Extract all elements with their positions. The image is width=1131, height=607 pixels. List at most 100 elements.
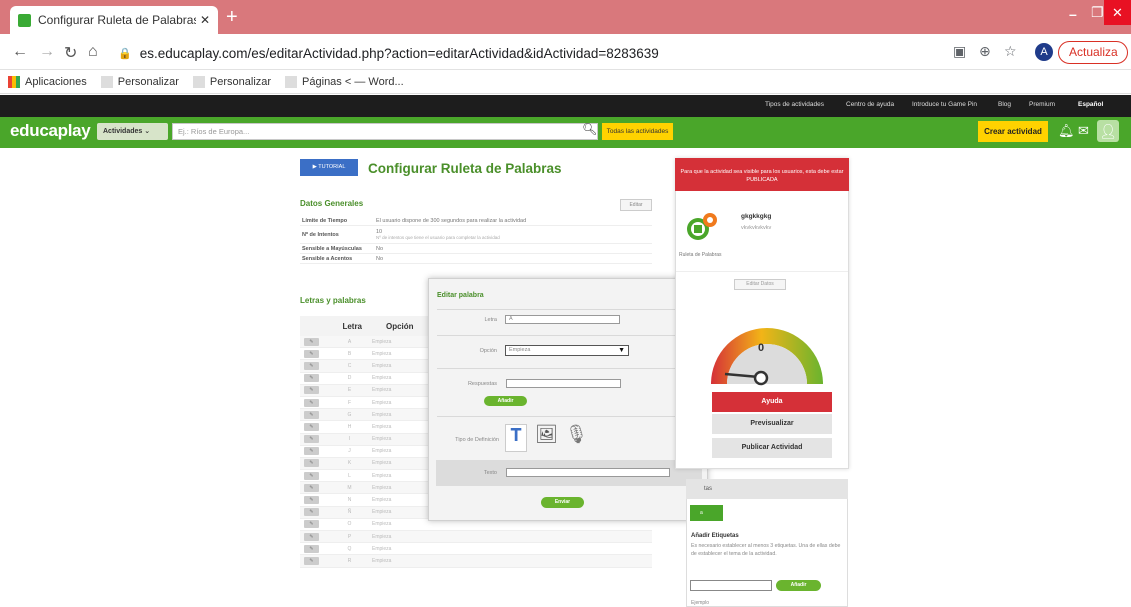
activity-description: vkvkvkvkvkv <box>741 225 772 231</box>
tag-input[interactable] <box>690 580 772 591</box>
row-option: Empieza <box>372 399 392 406</box>
maximize-icon[interactable]: ❐ <box>1091 4 1104 21</box>
add-answer-button[interactable]: Añadir <box>484 396 527 406</box>
search-input[interactable]: Ej.: Ríos de Europa... <box>172 123 598 140</box>
bookmark-personalizar-1[interactable]: Personalizar <box>100 75 179 88</box>
row-option: Empieza <box>372 423 392 430</box>
general-data-table: Límite de Tiempo El usuario dispone de 30… <box>300 216 652 264</box>
preview-button[interactable]: Previsualizar <box>712 414 832 434</box>
chevron-down-icon: ▼ <box>618 347 625 354</box>
browser-tab[interactable]: Configurar Ruleta de Palabras - E ✕ <box>10 6 218 34</box>
image-definition-icon[interactable]: 🖼︎ <box>535 424 558 452</box>
edit-row-icon[interactable]: ✎ <box>304 520 319 529</box>
tab-title: Configurar Ruleta de Palabras - E <box>38 13 196 27</box>
row-option: Empieza <box>372 375 392 382</box>
help-button[interactable]: Ayuda <box>712 392 832 412</box>
page-title: Configurar Ruleta de Palabras <box>368 161 562 176</box>
create-activity-button[interactable]: Crear actividad <box>978 121 1048 142</box>
close-tab-icon[interactable]: ✕ <box>200 13 210 27</box>
window-close-icon[interactable]: ✕ <box>1104 0 1131 25</box>
home-icon[interactable]: ⌂ <box>88 43 98 61</box>
row-letter: M <box>347 484 352 491</box>
user-icon[interactable]: 👤︎ <box>1097 120 1119 142</box>
table-row: Sensible a Mayúsculas No <box>300 244 652 254</box>
submit-button[interactable]: Enviar <box>541 497 584 508</box>
edit-row-icon[interactable]: ✎ <box>304 422 319 431</box>
activities-dropdown[interactable]: Actividades ⌄ <box>97 123 168 140</box>
play-icon: ▶ <box>312 164 317 170</box>
row-option: Empieza <box>372 411 392 418</box>
update-button[interactable]: Actualiza <box>1058 41 1128 64</box>
search-icon[interactable]: 🔍︎ <box>582 122 597 136</box>
reload-icon[interactable]: ↻ <box>64 43 77 63</box>
letra-field[interactable]: A <box>505 315 620 324</box>
edit-row-icon[interactable]: ✎ <box>304 471 319 480</box>
add-tag-button[interactable]: Añadir <box>776 580 821 591</box>
minimize-icon[interactable]: – <box>1069 6 1077 22</box>
text-definition-icon[interactable]: 𝐓 <box>505 424 527 452</box>
edit-row-icon[interactable]: ✎ <box>304 532 319 541</box>
activity-type: Ruleta de Palabras <box>679 252 722 258</box>
row-letter: G <box>347 411 352 418</box>
link-game-pin[interactable]: Introduce tu Game Pin <box>912 101 977 108</box>
forward-icon[interactable]: → <box>39 43 55 61</box>
row-letter: H <box>347 423 352 430</box>
row-option: Empieza <box>372 521 392 528</box>
translate-icon[interactable]: ▣ <box>953 43 966 60</box>
profile-avatar[interactable]: A <box>1035 43 1053 61</box>
bookmarks-bar: Aplicaciones Personalizar Personalizar P… <box>0 70 1131 94</box>
edit-row-icon[interactable]: ✎ <box>304 398 319 407</box>
star-icon[interactable]: ☆ <box>1004 43 1017 60</box>
page-icon <box>100 75 113 88</box>
edit-row-icon[interactable]: ✎ <box>304 337 319 346</box>
edit-data-button[interactable]: Editar Datos <box>734 279 786 290</box>
edit-row-icon[interactable]: ✎ <box>304 544 319 553</box>
bookmark-personalizar-2[interactable]: Personalizar <box>192 75 271 88</box>
divider <box>437 309 701 310</box>
divider <box>437 335 701 336</box>
divider <box>437 368 701 369</box>
tags-green-button[interactable]: a <box>690 505 723 521</box>
link-centro-ayuda[interactable]: Centro de ayuda <box>846 101 894 108</box>
link-blog[interactable]: Blog <box>998 101 1011 108</box>
row-letter: Q <box>347 545 352 552</box>
bookmark-apps[interactable]: Aplicaciones <box>8 75 87 88</box>
modal-title: Editar palabra <box>437 292 484 299</box>
new-tab-icon[interactable]: + <box>226 6 238 28</box>
roulette-icon <box>687 213 717 240</box>
edit-row-icon[interactable]: ✎ <box>304 508 319 517</box>
link-tipos-actividades[interactable]: Tipos de actividades <box>765 101 824 108</box>
audio-definition-icon[interactable]: 🎙︎ <box>565 424 588 452</box>
publish-button[interactable]: Publicar Actividad <box>712 438 832 458</box>
edit-row-icon[interactable]: ✎ <box>304 349 319 358</box>
table-row: Límite de Tiempo El usuario dispone de 30… <box>300 216 652 226</box>
tutorial-button[interactable]: ▶ TUTORIAL <box>300 159 358 176</box>
address-bar[interactable]: 🔒 es.educaplay.com/es/editarActividad.ph… <box>118 41 938 65</box>
all-activities-button[interactable]: Todas las actividades <box>602 123 673 140</box>
back-icon[interactable]: ← <box>12 43 28 61</box>
bell-icon[interactable]: 🔔︎ <box>1058 123 1075 139</box>
zoom-icon[interactable]: ⊕ <box>979 43 991 60</box>
edit-row-icon[interactable]: ✎ <box>304 361 319 370</box>
edit-row-icon[interactable]: ✎ <box>304 386 319 395</box>
edit-row-icon[interactable]: ✎ <box>304 496 319 505</box>
site-logo[interactable]: educaplay <box>10 121 91 141</box>
row-option: Empieza <box>372 472 392 479</box>
edit-row-icon[interactable]: ✎ <box>304 410 319 419</box>
link-premium[interactable]: Premium <box>1029 101 1055 108</box>
edit-row-icon[interactable]: ✎ <box>304 374 319 383</box>
row-letter: R <box>347 557 352 564</box>
opcion-select[interactable]: Empieza ▼ <box>505 345 629 356</box>
texto-field[interactable] <box>506 468 670 477</box>
messages-icon[interactable]: ✉ <box>1078 123 1089 139</box>
edit-row-icon[interactable]: ✎ <box>304 556 319 565</box>
language-selector[interactable]: Español <box>1078 101 1103 108</box>
edit-row-icon[interactable]: ✎ <box>304 459 319 468</box>
edit-general-button[interactable]: Editar <box>620 199 652 211</box>
respuestas-field[interactable] <box>506 379 621 388</box>
edit-row-icon[interactable]: ✎ <box>304 483 319 492</box>
edit-row-icon[interactable]: ✎ <box>304 447 319 456</box>
edit-row-icon[interactable]: ✎ <box>304 435 319 444</box>
table-row: ✎ Q Empieza <box>300 543 652 556</box>
bookmark-paginas[interactable]: Páginas < — Word... <box>285 75 404 88</box>
